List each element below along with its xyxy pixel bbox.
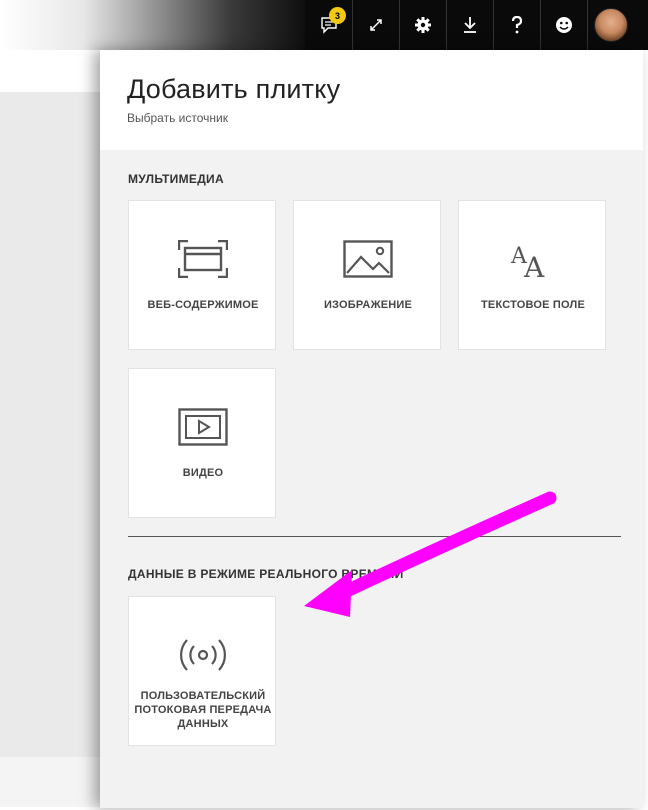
tile-video[interactable]: ВИДЕО	[128, 368, 276, 518]
notification-badge: 3	[329, 7, 346, 24]
streaming-icon	[129, 633, 277, 677]
tile-image[interactable]: ИЗОБРАЖЕНИЕ	[293, 200, 441, 350]
section-title-multimedia: МУЛЬТИМЕДИА	[128, 172, 224, 186]
background-header-fade	[0, 0, 330, 50]
video-icon	[129, 405, 277, 449]
comments-button[interactable]: 3	[305, 0, 352, 50]
help-icon	[511, 16, 523, 34]
settings-button[interactable]	[399, 0, 446, 50]
tile-label: ВИДЕО	[182, 467, 224, 479]
section-divider	[128, 536, 621, 537]
tile-label-line: ДАННЫХ	[177, 718, 229, 730]
web-content-icon	[129, 237, 277, 281]
text-box-icon: A A	[459, 237, 607, 281]
download-icon	[464, 17, 476, 33]
background-content-area	[0, 92, 110, 757]
avatar	[594, 8, 628, 42]
gear-icon	[415, 17, 431, 33]
tile-text-box[interactable]: A A ТЕКСТОВОЕ ПОЛЕ	[458, 200, 606, 350]
tile-custom-streaming-data[interactable]: ПОЛЬЗОВАТЕЛЬСКИЙ ПОТОКОВАЯ ПЕРЕДАЧА ДАНН…	[128, 596, 276, 746]
tile-label: ВЕБ-СОДЕРЖИМОЕ	[147, 299, 259, 311]
download-button[interactable]	[446, 0, 493, 50]
pane-subtitle: Выбрать источник	[127, 111, 228, 125]
background-footer-area	[0, 757, 110, 807]
section-title-realtime: ДАННЫЕ В РЕЖИМЕ РЕАЛЬНОГО ВРЕМЕНИ	[128, 567, 404, 581]
fullscreen-button[interactable]	[352, 0, 399, 50]
tile-label: ТЕКСТОВОЕ ПОЛЕ	[481, 299, 585, 311]
feedback-smiley-icon	[556, 17, 572, 33]
expand-icon	[370, 19, 382, 31]
pane-title: Добавить плитку	[127, 74, 341, 104]
tile-label: ИЗОБРАЖЕНИЕ	[323, 299, 413, 311]
svg-text:A: A	[523, 251, 545, 279]
tile-label: ПОЛЬЗОВАТЕЛЬСКИЙ ПОТОКОВАЯ ПЕРЕДАЧА ДАНН…	[133, 689, 273, 731]
feedback-button[interactable]	[540, 0, 587, 50]
pane-header: Добавить плитку Выбрать источник	[100, 50, 643, 150]
top-toolbar: 3	[305, 0, 648, 50]
add-tile-pane: Добавить плитку Выбрать источник МУЛЬТИМ…	[100, 50, 643, 808]
help-button[interactable]	[493, 0, 540, 50]
tile-label-line: ПОТОКОВАЯ ПЕРЕДАЧА	[134, 704, 272, 716]
account-button[interactable]	[587, 0, 634, 50]
image-icon	[294, 237, 442, 281]
tile-web-content[interactable]: ВЕБ-СОДЕРЖИМОЕ	[128, 200, 276, 350]
tile-label-line: ПОЛЬЗОВАТЕЛЬСКИЙ	[140, 690, 266, 702]
